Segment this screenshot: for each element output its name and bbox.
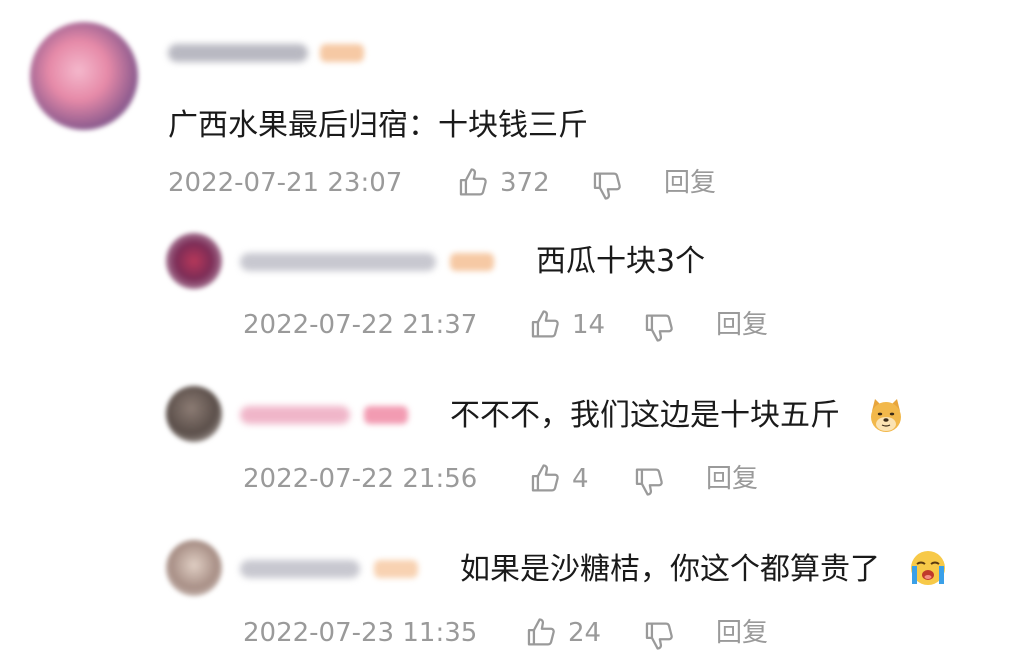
level-badge [450,253,494,271]
level-badge [374,560,418,578]
avatar[interactable] [166,386,222,442]
doge-emoji-icon [866,395,906,435]
timestamp: 2022-07-23 11:35 [243,618,478,648]
level-badge [364,406,408,424]
avatar[interactable] [30,22,138,130]
thumbs-up-icon[interactable] [524,616,558,650]
timestamp: 2022-07-22 21:56 [243,464,478,494]
thumbs-down-icon[interactable] [642,618,676,652]
avatar[interactable] [166,233,222,289]
reply-button[interactable]: 回复 [716,308,768,342]
comment-text: 广西水果最后归宿：十块钱三斤 [168,108,588,143]
level-badge [320,44,364,62]
reply-text: 如果是沙糖桔，你这个都算贵了 [460,552,880,587]
username-blurred[interactable] [240,560,360,578]
thumbs-up-icon[interactable] [528,308,562,342]
thumbs-up-icon[interactable] [528,462,562,496]
reply-text: 不不不，我们这边是十块五斤 [450,398,840,433]
like-count: 14 [572,310,606,340]
thumbs-down-icon[interactable] [642,310,676,344]
comment-section: 广西水果最后归宿：十块钱三斤 2022-07-21 23:07 372 回复 西… [0,0,1024,670]
username-blurred[interactable] [240,406,350,424]
thumbs-up-icon[interactable] [456,166,490,200]
like-count: 24 [568,618,602,648]
reply-text: 西瓜十块3个 [536,244,706,279]
like-count: 372 [500,168,550,198]
timestamp: 2022-07-21 23:07 [168,168,403,198]
reply-button[interactable]: 回复 [664,166,716,200]
crying-emoji-icon [908,548,948,588]
timestamp: 2022-07-22 21:37 [243,310,478,340]
thumbs-down-icon[interactable] [590,168,624,202]
username-blurred[interactable] [240,253,436,271]
thumbs-down-icon[interactable] [632,464,666,498]
avatar[interactable] [166,540,222,596]
like-count: 4 [572,464,589,494]
reply-button[interactable]: 回复 [706,462,758,496]
username-blurred[interactable] [168,44,308,62]
reply-button[interactable]: 回复 [716,616,768,650]
